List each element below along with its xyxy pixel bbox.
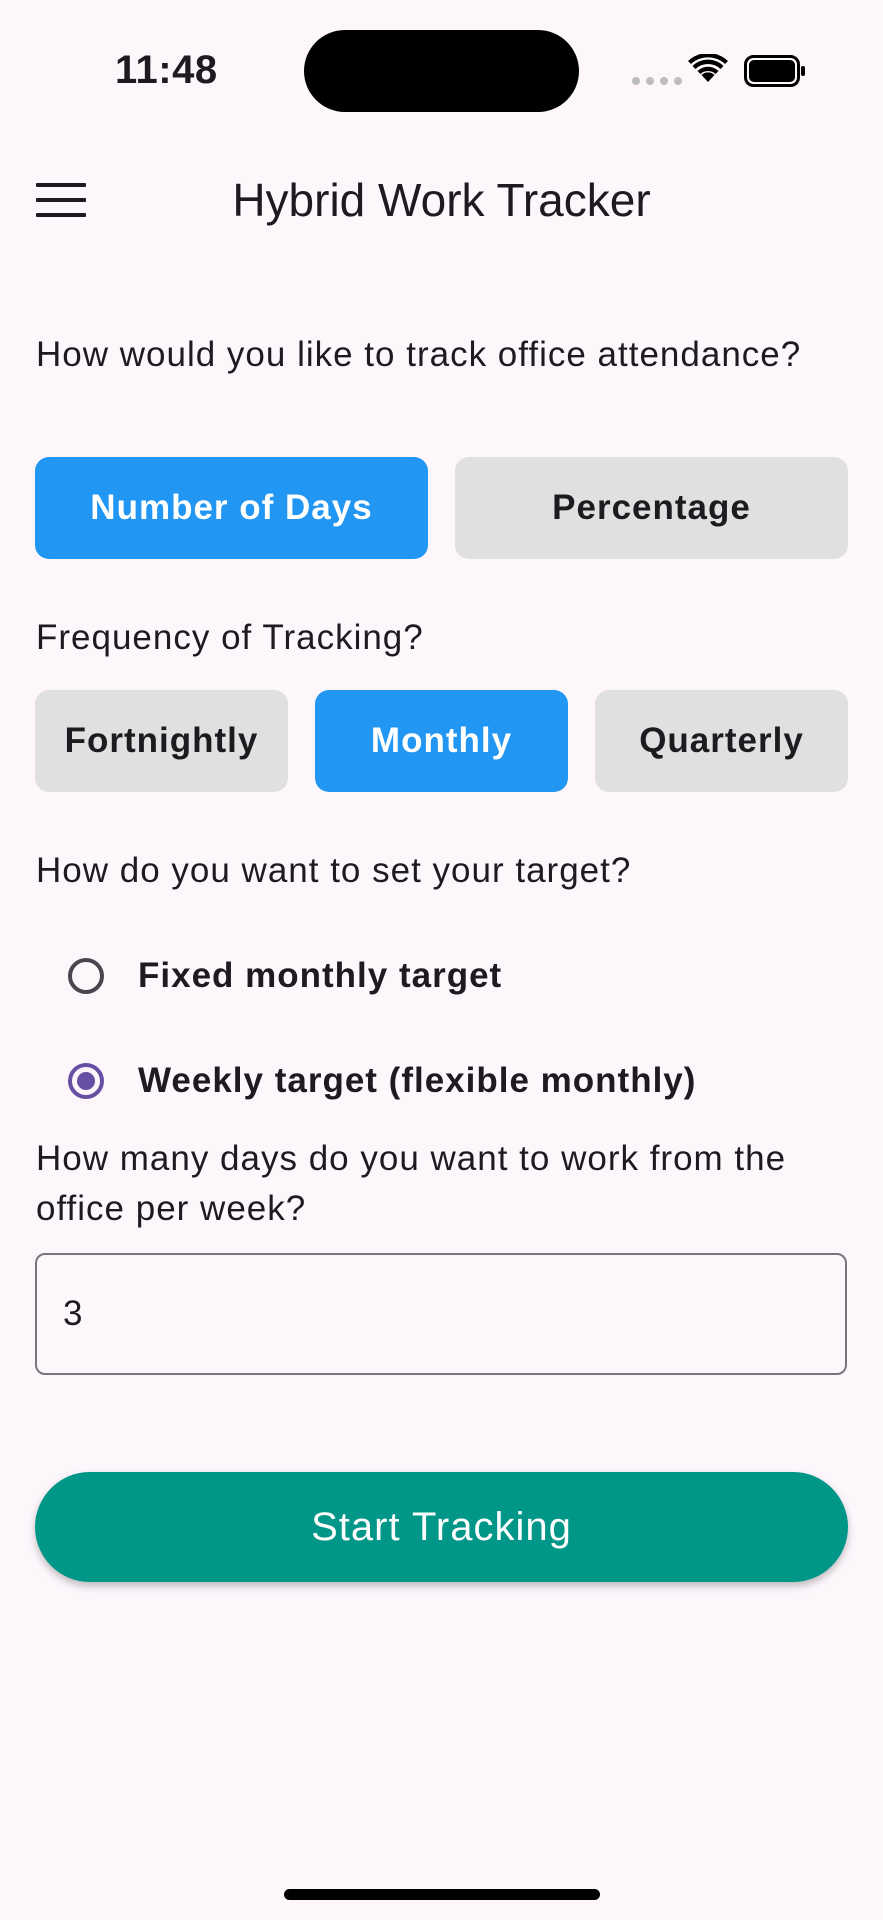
tracking-mode-question: How would you like to track office atten…: [36, 335, 802, 374]
start-tracking-button[interactable]: Start Tracking: [35, 1472, 848, 1582]
home-indicator[interactable]: [284, 1889, 600, 1900]
days-per-week-input[interactable]: 3: [35, 1253, 847, 1375]
fortnightly-button[interactable]: Fortnightly: [35, 690, 288, 792]
wifi-icon: [688, 54, 728, 82]
fixed-monthly-target-label: Fixed monthly target: [138, 956, 503, 995]
monthly-button[interactable]: Monthly: [315, 690, 568, 792]
weekly-target-option[interactable]: Weekly target (flexible monthly): [60, 1041, 696, 1121]
signal-dots-icon: [632, 77, 682, 85]
app-title: Hybrid Work Tracker: [232, 174, 651, 226]
target-type-question: How do you want to set your target?: [36, 851, 632, 890]
app-bar: Hybrid Work Tracker: [0, 140, 883, 260]
battery-icon: [744, 55, 805, 87]
dynamic-island: [304, 30, 579, 112]
quarterly-button[interactable]: Quarterly: [595, 690, 848, 792]
number-of-days-button[interactable]: Number of Days: [35, 457, 428, 559]
percentage-button[interactable]: Percentage: [455, 457, 848, 559]
status-time: 11:48: [115, 48, 218, 92]
radio-checked-icon[interactable]: [68, 1063, 104, 1099]
fixed-monthly-target-option[interactable]: Fixed monthly target: [60, 936, 502, 1016]
frequency-question: Frequency of Tracking?: [36, 618, 424, 657]
weekly-target-label: Weekly target (flexible monthly): [138, 1061, 697, 1100]
days-per-week-value: 3: [63, 1294, 83, 1333]
radio-unchecked-icon[interactable]: [68, 958, 104, 994]
status-bar: 11:48: [0, 0, 883, 140]
days-per-week-question: How many days do you want to work from t…: [36, 1139, 787, 1228]
